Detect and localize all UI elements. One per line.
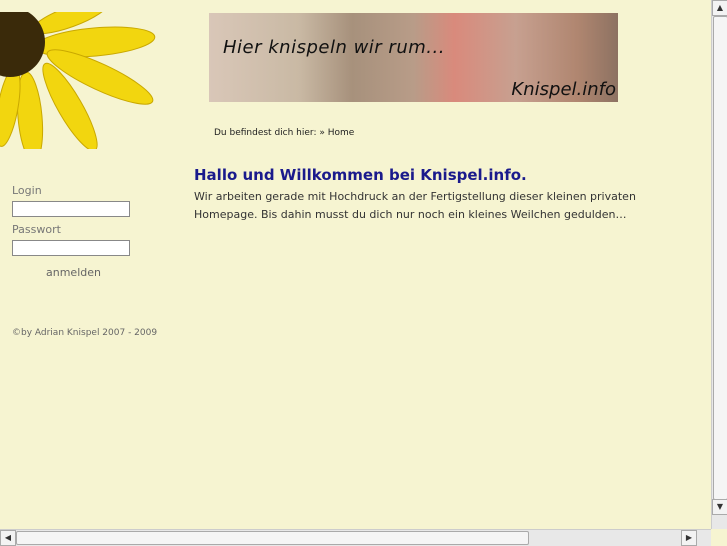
breadcrumb-prefix: Du befindest dich hier:	[214, 128, 317, 138]
login-button[interactable]: anmelden	[46, 266, 130, 279]
copyright: ©by Adrian Knispel 2007 - 2009	[12, 328, 158, 338]
scroll-down-button[interactable]: ▼	[712, 499, 727, 515]
banner-tagline: Hier knispeln wir rum...	[223, 37, 445, 58]
sunflower-logo	[0, 12, 160, 149]
horizontal-scroll-thumb[interactable]	[16, 531, 529, 545]
login-label: Login	[12, 184, 42, 197]
breadcrumb-home[interactable]: Home	[328, 128, 355, 138]
banner-site-name: Knispel.info	[511, 79, 616, 100]
breadcrumb: Du befindest dich hier: » Home	[214, 128, 354, 138]
page-title: Hallo und Willkommen bei Knispel.info.	[194, 166, 527, 184]
scroll-left-button[interactable]: ◀	[0, 530, 16, 546]
scroll-right-button[interactable]: ▶	[681, 530, 697, 546]
password-input[interactable]	[12, 240, 130, 256]
breadcrumb-separator: »	[319, 128, 325, 138]
password-label: Passwort	[12, 223, 61, 236]
header-banner: Hier knispeln wir rum... Knispel.info	[209, 13, 618, 102]
scroll-up-button[interactable]: ▲	[712, 0, 727, 16]
login-form: Login Passwort anmelden	[12, 184, 130, 279]
welcome-text: Wir arbeiten gerade mit Hochdruck an der…	[194, 190, 636, 221]
vertical-scroll-thumb[interactable]	[713, 16, 727, 500]
vertical-scrollbar[interactable]: ▲ ▼	[711, 0, 727, 529]
login-input[interactable]	[12, 201, 130, 217]
horizontal-scrollbar[interactable]: ◀ ▶	[0, 529, 711, 546]
